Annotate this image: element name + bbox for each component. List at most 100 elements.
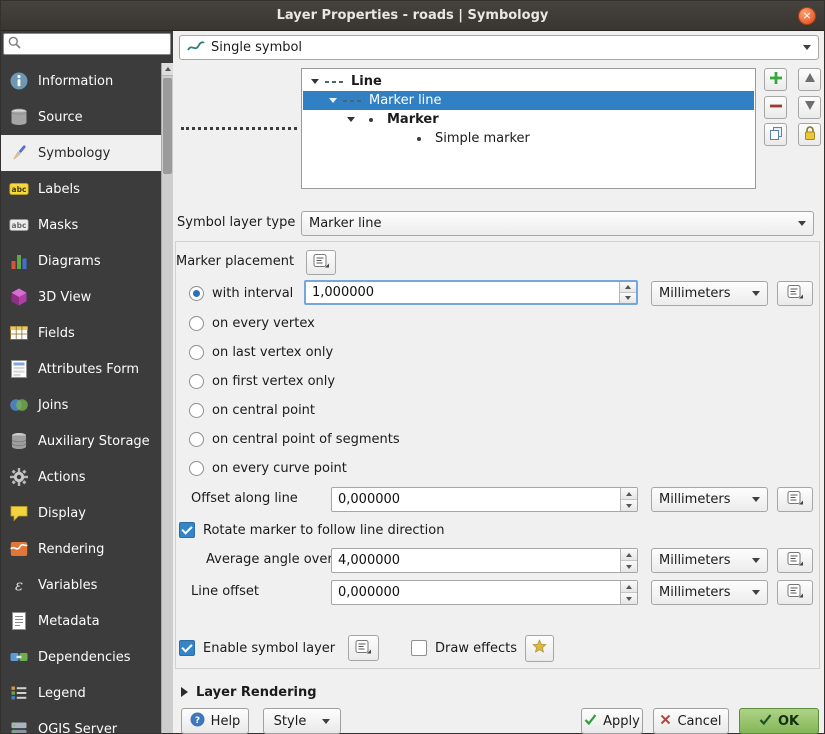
link-icon xyxy=(9,647,29,667)
radio-button[interactable] xyxy=(189,403,204,418)
spin-down-icon[interactable] xyxy=(620,293,636,303)
sidebar-item-label: Diagrams xyxy=(38,254,101,269)
symbol-layer-type-combo[interactable]: Marker line xyxy=(301,211,814,236)
spin-up-icon[interactable] xyxy=(621,488,637,500)
sidebar-item-symbology[interactable]: Symbology xyxy=(1,135,161,171)
sidebar-item-source[interactable]: Source xyxy=(1,99,161,135)
sidebar-item-masks[interactable]: abc Masks xyxy=(1,207,161,243)
move-down-button[interactable] xyxy=(798,96,821,119)
line-offset-unit-combo[interactable]: Millimeters xyxy=(651,580,768,605)
help-button[interactable]: ? Help xyxy=(181,708,249,734)
cancel-button[interactable]: Cancel xyxy=(653,708,729,734)
sidebar-item-actions[interactable]: Actions xyxy=(1,459,161,495)
sidebar-item-3d-view[interactable]: 3D View xyxy=(1,279,161,315)
radio-label: on last vertex only xyxy=(212,345,333,360)
average-angle-value: 4,000000 xyxy=(332,549,620,572)
radio-button[interactable] xyxy=(189,432,204,447)
sidebar-item-joins[interactable]: Joins xyxy=(1,387,161,423)
sidebar-search[interactable] xyxy=(3,33,171,55)
placement-option-on-first-vertex-only[interactable]: on first vertex only xyxy=(189,371,335,391)
sidebar-item-qgis-server[interactable]: QGIS Server xyxy=(1,711,161,733)
line-offset-data-defined-button[interactable] xyxy=(777,580,813,605)
offset-along-line-data-defined-button[interactable] xyxy=(777,487,813,512)
spinner-buttons[interactable] xyxy=(619,282,636,303)
customize-effects-button[interactable] xyxy=(525,635,554,662)
sidebar-item-legend[interactable]: Legend xyxy=(1,675,161,711)
expander-icon[interactable] xyxy=(311,79,319,84)
sidebar-item-information[interactable]: Information xyxy=(1,63,161,99)
sidebar-item-metadata[interactable]: Metadata xyxy=(1,603,161,639)
scrollbar-thumb[interactable] xyxy=(163,78,172,174)
radio-button[interactable] xyxy=(189,461,204,476)
lock-colors-button[interactable] xyxy=(798,123,821,146)
line-offset-label: Line offset xyxy=(191,582,259,602)
sidebar-item-fields[interactable]: Fields xyxy=(1,315,161,351)
sidebar-item-auxiliary-storage[interactable]: Auxiliary Storage xyxy=(1,423,161,459)
offset-along-line-unit-combo[interactable]: Millimeters xyxy=(651,487,768,512)
layer-rendering-header[interactable]: Layer Rendering xyxy=(181,682,317,702)
average-angle-unit-combo[interactable]: Millimeters xyxy=(651,548,768,573)
radio-button[interactable] xyxy=(189,286,204,301)
symbol-layer-tree[interactable]: Line Marker line Marker Simple marker xyxy=(301,68,756,189)
interval-unit-combo[interactable]: Millimeters xyxy=(651,281,768,306)
spin-up-icon[interactable] xyxy=(620,282,636,293)
radio-button[interactable] xyxy=(189,316,204,331)
symbol-mode-combo[interactable]: Single symbol xyxy=(179,35,819,60)
expander-icon[interactable] xyxy=(347,117,355,122)
close-button[interactable]: × xyxy=(798,7,816,25)
sidebar-item-rendering[interactable]: Rendering xyxy=(1,531,161,567)
sidebar-scrollbar[interactable] xyxy=(161,63,173,733)
marker-placement-data-defined-button[interactable] xyxy=(306,250,336,275)
interval-spinbox[interactable]: 1,000000 xyxy=(304,280,638,305)
spin-down-icon[interactable] xyxy=(621,500,637,511)
tree-item-marker-line[interactable]: Marker line xyxy=(303,91,754,110)
spinner-buttons[interactable] xyxy=(620,581,637,604)
apply-button[interactable]: Apply xyxy=(581,708,643,734)
placement-option-on-last-vertex-only[interactable]: on last vertex only xyxy=(189,342,333,362)
tree-item-simple-marker[interactable]: Simple marker xyxy=(303,129,754,148)
scroll-up-icon[interactable] xyxy=(162,63,173,76)
placement-option-on-every-vertex[interactable]: on every vertex xyxy=(189,313,315,333)
remove-symbol-layer-button[interactable] xyxy=(764,96,787,119)
tree-item-line[interactable]: Line xyxy=(303,72,754,91)
placement-option-with-interval[interactable]: with interval xyxy=(189,283,293,303)
average-angle-data-defined-button[interactable] xyxy=(777,548,813,573)
spin-down-icon[interactable] xyxy=(621,593,637,604)
rotate-marker-checkbox-row[interactable]: Rotate marker to follow line direction xyxy=(179,520,444,540)
sidebar-item-variables[interactable]: ε Variables xyxy=(1,567,161,603)
sidebar-item-display[interactable]: Display xyxy=(1,495,161,531)
placement-option-on-central-point[interactable]: on central point xyxy=(189,400,315,420)
spinner-buttons[interactable] xyxy=(620,549,637,572)
tree-item-marker[interactable]: Marker xyxy=(303,110,754,129)
radio-button[interactable] xyxy=(189,345,204,360)
enable-symbol-layer-checkbox[interactable] xyxy=(179,640,195,656)
spin-down-icon[interactable] xyxy=(621,561,637,572)
titlebar[interactable]: Layer Properties - roads | Symbology × xyxy=(1,1,824,31)
average-angle-spinbox[interactable]: 4,000000 xyxy=(331,548,638,573)
placement-option-on-central-point-of-segments[interactable]: on central point of segments xyxy=(189,429,400,449)
draw-effects-checkbox[interactable] xyxy=(411,640,427,656)
rotate-marker-checkbox[interactable] xyxy=(179,522,195,538)
radio-button[interactable] xyxy=(189,374,204,389)
search-input[interactable] xyxy=(25,37,173,51)
style-menu-button[interactable]: Style xyxy=(263,708,341,734)
spin-up-icon[interactable] xyxy=(621,581,637,593)
sidebar-item-labels[interactable]: abc Labels xyxy=(1,171,161,207)
sidebar-item-diagrams[interactable]: Diagrams xyxy=(1,243,161,279)
enable-layer-data-defined-button[interactable] xyxy=(348,635,379,661)
offset-along-line-spinbox[interactable]: 0,000000 xyxy=(331,487,638,512)
draw-effects-checkbox-row[interactable]: Draw effects xyxy=(411,638,517,658)
add-symbol-layer-button[interactable] xyxy=(764,68,787,91)
placement-option-on-every-curve-point[interactable]: on every curve point xyxy=(189,458,347,478)
expander-icon[interactable] xyxy=(329,98,337,103)
move-up-button[interactable] xyxy=(798,68,821,91)
sidebar-item-attributes-form[interactable]: Attributes Form xyxy=(1,351,161,387)
sidebar-item-dependencies[interactable]: Dependencies xyxy=(1,639,161,675)
spinner-buttons[interactable] xyxy=(620,488,637,511)
line-offset-spinbox[interactable]: 0,000000 xyxy=(331,580,638,605)
ok-button[interactable]: OK xyxy=(739,708,819,734)
duplicate-symbol-layer-button[interactable] xyxy=(764,123,787,146)
interval-data-defined-button[interactable] xyxy=(777,281,813,306)
spin-up-icon[interactable] xyxy=(621,549,637,561)
enable-symbol-layer-checkbox-row[interactable]: Enable symbol layer xyxy=(179,638,335,658)
